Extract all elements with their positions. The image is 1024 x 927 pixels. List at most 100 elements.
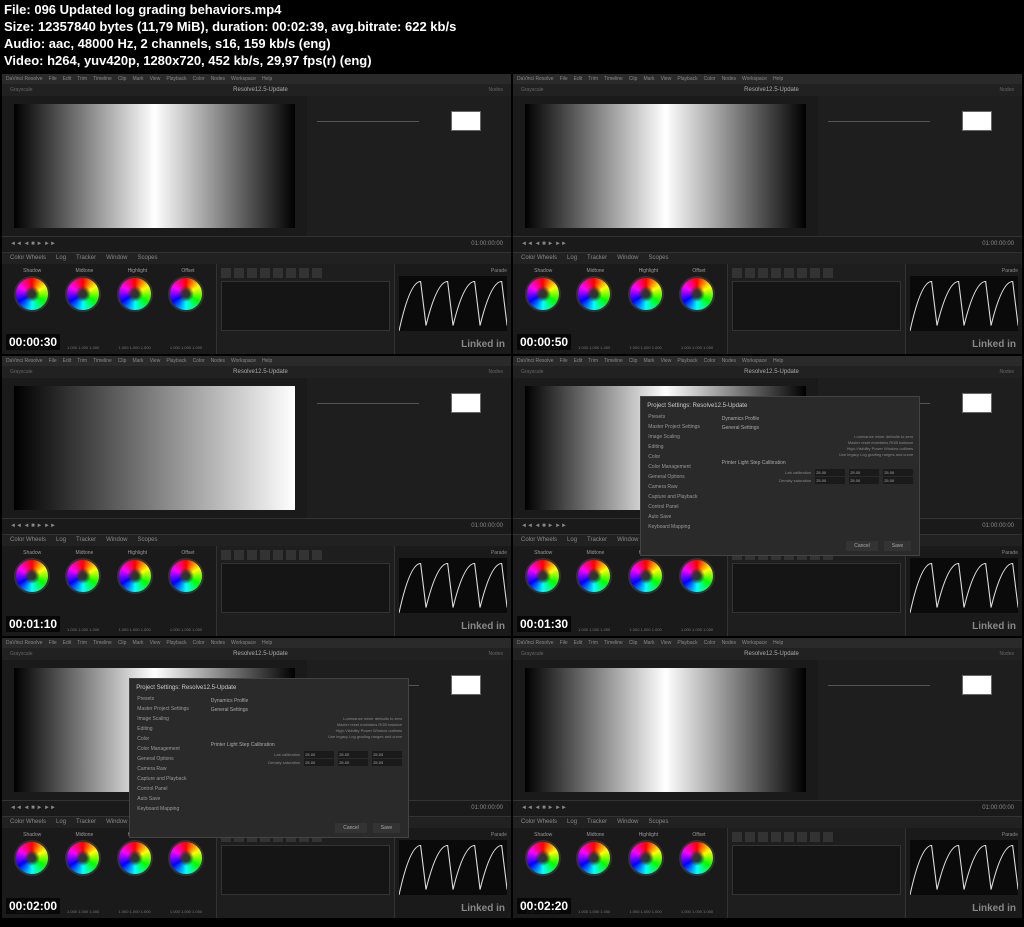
- menu-item[interactable]: Timeline: [604, 640, 623, 646]
- menu-item[interactable]: Trim: [77, 76, 87, 82]
- node-editor[interactable]: [307, 378, 511, 518]
- menu-item[interactable]: Nodes: [722, 640, 736, 646]
- tool-icon[interactable]: [260, 268, 270, 278]
- panel-tab[interactable]: Window: [106, 255, 127, 261]
- tool-icon[interactable]: [745, 832, 755, 842]
- tool-icon[interactable]: [784, 832, 794, 842]
- playback-controls[interactable]: ◄◄ ◄ ■ ► ►►: [521, 805, 567, 811]
- menu-item[interactable]: Color: [704, 640, 716, 646]
- menu-item[interactable]: Edit: [63, 640, 72, 646]
- panel-tab[interactable]: Log: [56, 255, 66, 261]
- tool-icon[interactable]: [732, 268, 742, 278]
- tool-icon[interactable]: [273, 550, 283, 560]
- curves-editor[interactable]: [221, 845, 390, 895]
- color-wheel[interactable]: [65, 558, 101, 594]
- menu-item[interactable]: Trim: [588, 76, 598, 82]
- timeline-bar[interactable]: ◄◄ ◄ ■ ► ►► 01:00:00:00: [513, 236, 1022, 252]
- color-node[interactable]: [451, 393, 481, 413]
- dialog-sidebar-item[interactable]: Camera Raw: [136, 765, 202, 773]
- timeline-bar[interactable]: ◄◄ ◄ ■ ► ►► 01:00:00:00: [2, 236, 511, 252]
- dialog-sidebar-item[interactable]: Control Panel: [136, 785, 202, 793]
- menu-item[interactable]: Trim: [588, 358, 598, 364]
- curves-editor[interactable]: [221, 563, 390, 613]
- menu-item[interactable]: Help: [773, 76, 783, 82]
- node-editor[interactable]: [818, 660, 1022, 800]
- menu-item[interactable]: Playback: [677, 76, 697, 82]
- tool-icon[interactable]: [234, 550, 244, 560]
- color-wheel[interactable]: [117, 558, 153, 594]
- curves-editor[interactable]: [732, 845, 901, 895]
- tool-icon[interactable]: [784, 268, 794, 278]
- dialog-sidebar-item[interactable]: Control Panel: [647, 503, 713, 511]
- menu-item[interactable]: Mark: [643, 640, 654, 646]
- tool-icon[interactable]: [273, 268, 283, 278]
- panel-tab[interactable]: Window: [617, 819, 638, 825]
- viewer-panel[interactable]: [513, 96, 818, 236]
- panel-tab[interactable]: Window: [106, 537, 127, 543]
- tool-icon[interactable]: [247, 268, 257, 278]
- viewer-panel[interactable]: [2, 378, 307, 518]
- timeline-bar[interactable]: ◄◄ ◄ ■ ► ►► 01:00:00:00: [513, 800, 1022, 816]
- menu-item[interactable]: Edit: [63, 358, 72, 364]
- tool-icon[interactable]: [810, 832, 820, 842]
- panel-tab[interactable]: Tracker: [587, 537, 607, 543]
- menu-item[interactable]: Clip: [118, 640, 127, 646]
- project-settings-dialog[interactable]: Project Settings: Resolve12.5-Update Pre…: [129, 678, 409, 838]
- panel-tab[interactable]: Scopes: [649, 819, 669, 825]
- playback-controls[interactable]: ◄◄ ◄ ■ ► ►►: [10, 523, 56, 529]
- tool-icon[interactable]: [823, 268, 833, 278]
- curves-editor[interactable]: [221, 281, 390, 331]
- panel-tab[interactable]: Tracker: [76, 255, 96, 261]
- menu-item[interactable]: Playback: [166, 76, 186, 82]
- dialog-sidebar-item[interactable]: Editing: [647, 443, 713, 451]
- dialog-sidebar-item[interactable]: Color Management: [647, 463, 713, 471]
- menu-item[interactable]: Timeline: [93, 640, 112, 646]
- node-editor[interactable]: [307, 96, 511, 236]
- menu-item[interactable]: Edit: [574, 76, 583, 82]
- dialog-sidebar-item[interactable]: Color: [647, 453, 713, 461]
- tool-icon[interactable]: [247, 550, 257, 560]
- scope-type[interactable]: Parade: [399, 832, 507, 838]
- tool-icon[interactable]: [758, 268, 768, 278]
- color-wheel[interactable]: [525, 840, 561, 876]
- dialog-sidebar-item[interactable]: Auto Save: [136, 795, 202, 803]
- menu-item[interactable]: Workspace: [742, 358, 767, 364]
- menu-item[interactable]: Mark: [132, 358, 143, 364]
- menu-item[interactable]: Nodes: [722, 358, 736, 364]
- panel-tab[interactable]: Tracker: [76, 819, 96, 825]
- panel-tab[interactable]: Tracker: [587, 255, 607, 261]
- dialog-sidebar-item[interactable]: Presets: [647, 413, 713, 421]
- color-wheel[interactable]: [576, 840, 612, 876]
- menu-item[interactable]: Mark: [132, 76, 143, 82]
- playback-controls[interactable]: ◄◄ ◄ ■ ► ►►: [10, 241, 56, 247]
- menu-item[interactable]: View: [661, 358, 672, 364]
- menu-item[interactable]: File: [49, 76, 57, 82]
- dialog-sidebar-item[interactable]: Keyboard Mapping: [647, 523, 713, 531]
- dialog-sidebar-item[interactable]: Capture and Playback: [136, 775, 202, 783]
- playback-controls[interactable]: ◄◄ ◄ ■ ► ►►: [10, 805, 56, 811]
- menu-item[interactable]: Clip: [118, 358, 127, 364]
- dialog-sidebar-item[interactable]: Auto Save: [647, 513, 713, 521]
- color-wheel[interactable]: [525, 276, 561, 312]
- scope-type[interactable]: Parade: [399, 268, 507, 274]
- color-node[interactable]: [962, 111, 992, 131]
- cancel-button[interactable]: Cancel: [846, 541, 878, 551]
- menu-item[interactable]: Color: [704, 358, 716, 364]
- viewer-panel[interactable]: [513, 660, 818, 800]
- timeline-bar[interactable]: ◄◄ ◄ ■ ► ►► 01:00:00:00: [2, 518, 511, 534]
- color-wheel[interactable]: [576, 558, 612, 594]
- tool-icon[interactable]: [823, 832, 833, 842]
- menu-item[interactable]: Color: [193, 640, 205, 646]
- color-wheel[interactable]: [14, 840, 50, 876]
- color-wheel[interactable]: [65, 840, 101, 876]
- menu-item[interactable]: Playback: [677, 640, 697, 646]
- dialog-sidebar-item[interactable]: Capture and Playback: [647, 493, 713, 501]
- save-button[interactable]: Save: [884, 541, 911, 551]
- panel-tab[interactable]: Log: [567, 819, 577, 825]
- tool-icon[interactable]: [299, 268, 309, 278]
- panel-tab[interactable]: Color Wheels: [10, 537, 46, 543]
- menu-item[interactable]: Nodes: [211, 358, 225, 364]
- menu-item[interactable]: Edit: [63, 76, 72, 82]
- menu-item[interactable]: Nodes: [211, 640, 225, 646]
- menu-item[interactable]: Timeline: [93, 76, 112, 82]
